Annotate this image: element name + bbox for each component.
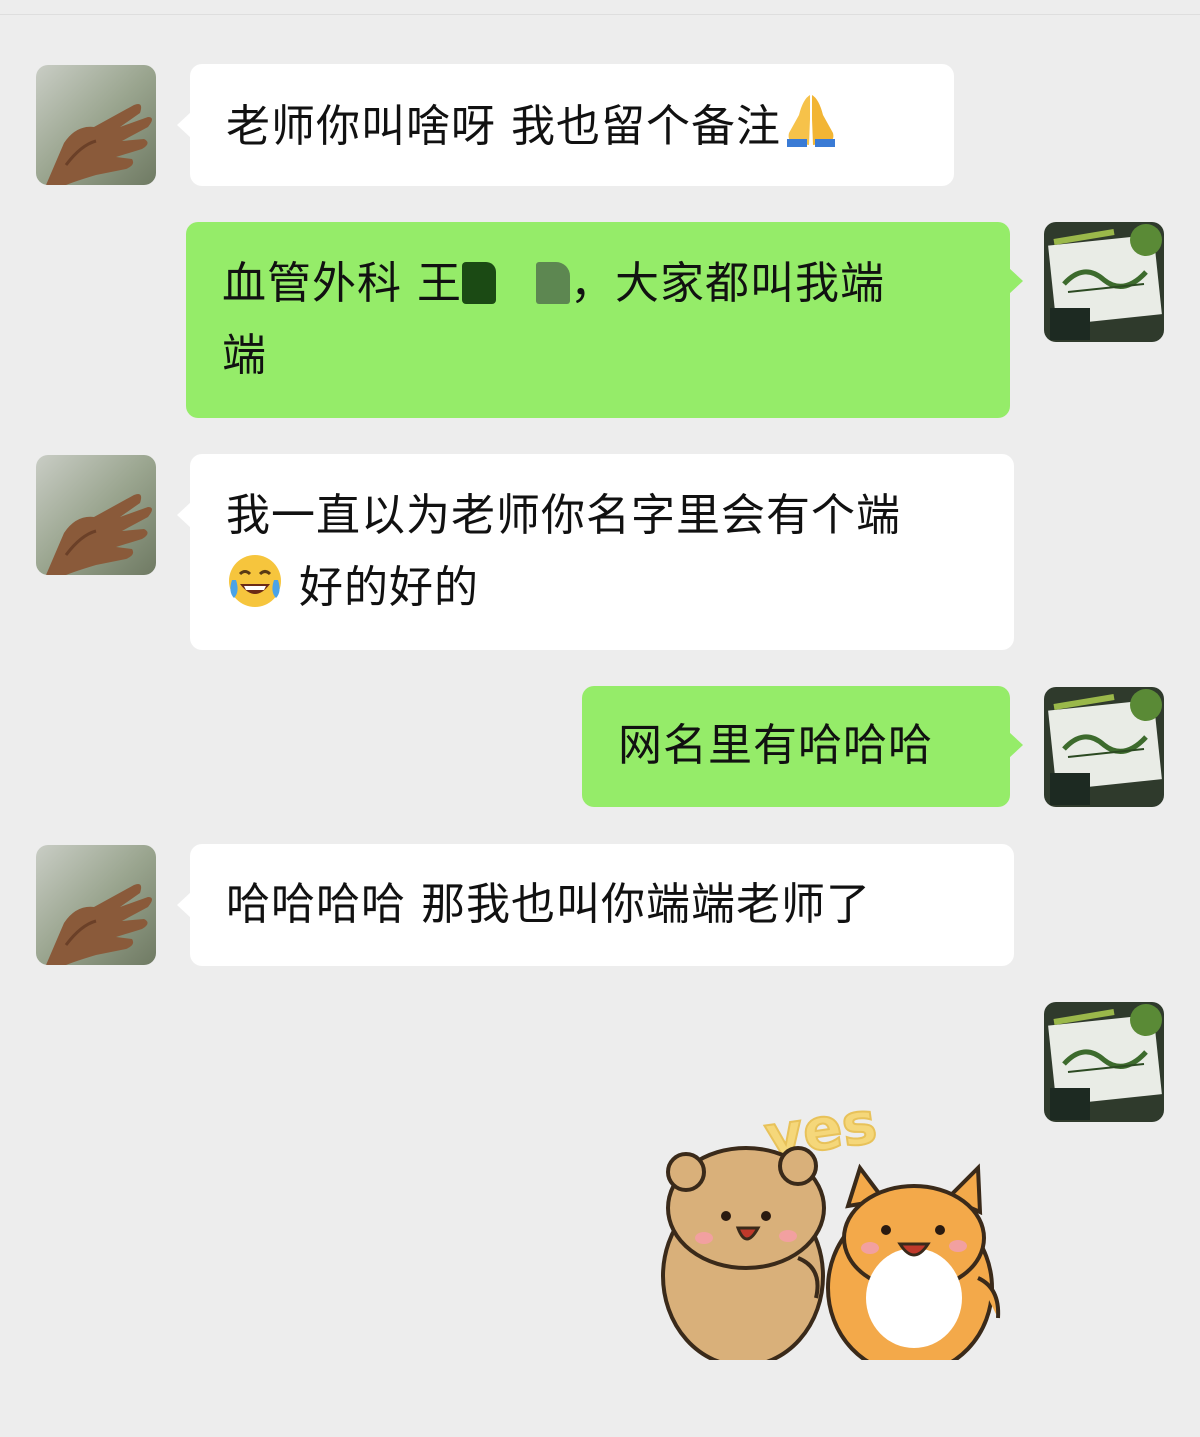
message-line: 血管外科 王 ，大家都叫我端 — [222, 248, 974, 320]
folded-hands-icon — [781, 89, 841, 171]
message-text: ，大家都叫我端 — [570, 258, 885, 309]
calligraphy-photo-avatar-icon — [1044, 1002, 1164, 1122]
calligraphy-photo-avatar-icon — [1044, 687, 1164, 807]
message-bubble-outgoing[interactable]: 网名里有哈哈哈 — [582, 686, 1023, 807]
message-bubble-incoming[interactable]: 哈哈哈哈 那我也叫你端端老师了 — [177, 844, 1014, 966]
self-avatar[interactable] — [1044, 222, 1164, 342]
contact-avatar[interactable] — [36, 845, 156, 965]
contact-avatar[interactable] — [36, 455, 156, 575]
message-text: 老师你叫啥呀 我也留个备注 — [226, 101, 781, 152]
calligraphy-photo-avatar-icon — [1044, 222, 1164, 342]
hand-photo-avatar-icon — [36, 845, 156, 965]
redaction-block — [462, 262, 496, 304]
contact-avatar[interactable] — [36, 65, 156, 185]
message-text: 哈哈哈哈 那我也叫你端端老师了 — [226, 879, 871, 930]
sticker-image: yes — [648, 1087, 1018, 1376]
hand-photo-avatar-icon — [36, 455, 156, 575]
tears-of-joy-icon — [226, 552, 284, 632]
message-bubble-outgoing[interactable]: 血管外科 王 ，大家都叫我端 端 — [186, 222, 1023, 418]
message-line: 我一直以为老师你名字里会有个端 — [226, 490, 901, 541]
message-text: 好的好的 — [299, 562, 479, 613]
message-bubble-incoming[interactable]: 老师你叫啥呀 我也留个备注 — [177, 64, 954, 186]
self-avatar[interactable] — [1044, 1002, 1164, 1122]
redaction-block — [536, 262, 570, 304]
message-line: 端 — [222, 330, 267, 381]
hand-photo-avatar-icon — [36, 65, 156, 185]
self-avatar[interactable] — [1044, 687, 1164, 807]
message-text: 血管外科 王 — [222, 258, 462, 309]
bear-and-fox-yes-sticker[interactable]: yes — [648, 1087, 1018, 1376]
message-text: 网名里有哈哈哈 — [618, 720, 933, 771]
top-divider — [0, 0, 1200, 15]
message-bubble-incoming[interactable]: 我一直以为老师你名字里会有个端 好的好的 — [177, 454, 1014, 650]
message-line: 好的好的 — [226, 552, 978, 632]
